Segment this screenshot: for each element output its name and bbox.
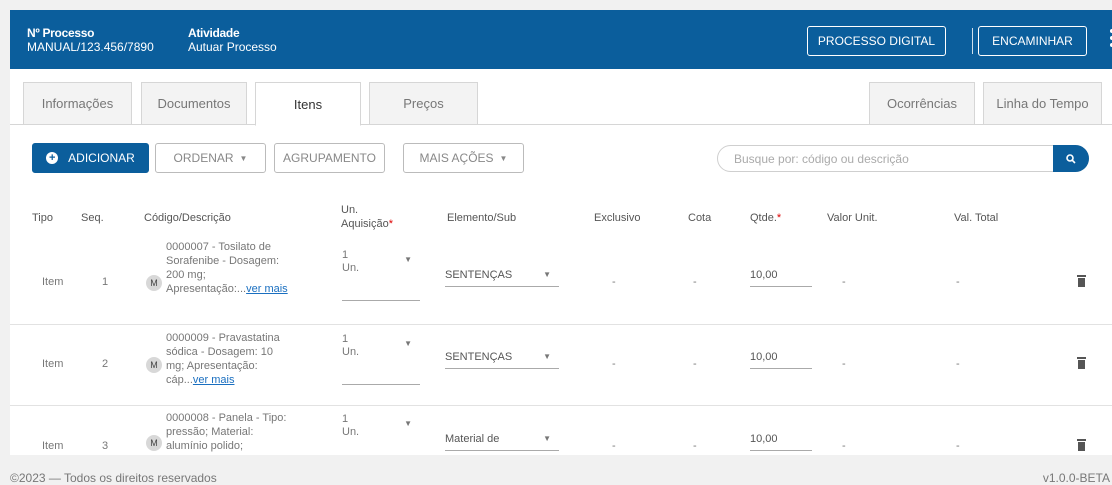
tab-itens[interactable]: Itens <box>255 82 361 126</box>
tab-informacoes[interactable]: Informações <box>23 82 132 125</box>
quantity-input[interactable]: 10,00 <box>750 267 812 287</box>
row-seq: 1 <box>102 276 109 288</box>
unit-select[interactable]: 1 Un. ▼ <box>342 333 420 385</box>
chevron-down-icon: ▼ <box>499 153 508 163</box>
more-actions-label: MAIS AÇÕES <box>419 151 494 165</box>
elemento-select[interactable]: SENTENÇAS ▼ <box>445 267 559 287</box>
chevron-down-icon: ▼ <box>239 153 248 163</box>
row-tipo: Item <box>42 440 64 452</box>
footer: ©2023 — Todos os direitos reservados v1.… <box>0 455 1112 485</box>
col-qtde: Qtde.* <box>750 212 782 224</box>
col-cota: Cota <box>688 212 712 224</box>
add-icon: + <box>46 152 59 164</box>
elemento-select[interactable]: SENTENÇAS ▼ <box>445 349 559 369</box>
search-button[interactable] <box>1053 145 1089 172</box>
trash-icon[interactable] <box>1077 275 1086 287</box>
tab-ocorrencias[interactable]: Ocorrências <box>869 82 975 125</box>
row-seq: 2 <box>102 358 109 370</box>
search-input[interactable] <box>732 151 1052 167</box>
add-button-label: ADICIONAR <box>68 151 135 165</box>
encaminhar-button[interactable]: ENCAMINHAR <box>978 26 1087 56</box>
chevron-down-icon: ▼ <box>543 270 551 279</box>
table-row: Item 3 M 0000008 - Panela - Tipo: pressã… <box>10 406 1112 455</box>
col-codigo: Código/Descrição <box>144 212 231 224</box>
item-type-badge: M <box>146 435 162 451</box>
group-button[interactable]: AGRUPAMENTO <box>274 143 385 173</box>
table-row: Item 2 M 0000009 - Pravastatina sódica -… <box>10 325 1112 406</box>
unit-select[interactable]: 1 Un. ▼ <box>342 413 420 455</box>
ver-mais-link[interactable]: ver mais <box>193 374 235 386</box>
header-divider <box>972 28 973 54</box>
activity-info: Atividade Autuar Processo <box>188 26 277 54</box>
kebab-menu-icon[interactable] <box>1107 28 1112 54</box>
row-val-total: - <box>956 276 960 288</box>
row-cota: - <box>693 276 697 288</box>
item-type-badge: M <box>146 275 162 291</box>
row-description: 0000008 - Panela - Tipo: pressão; Materi… <box>166 412 287 452</box>
item-type-badge: M <box>146 357 162 373</box>
col-tipo: Tipo <box>32 212 53 224</box>
chevron-down-icon: ▼ <box>404 255 412 264</box>
sort-button[interactable]: ORDENAR ▼ <box>155 143 266 173</box>
row-description: 0000007 - Tosilato de Sorafenibe - Dosag… <box>166 241 288 295</box>
quantity-input[interactable]: 10,00 <box>750 349 812 369</box>
processo-digital-button[interactable]: PROCESSO DIGITAL <box>807 26 946 56</box>
row-tipo: Item <box>42 358 64 370</box>
row-cota: - <box>693 358 697 370</box>
row-exclusivo: - <box>612 276 616 288</box>
chevron-down-icon: ▼ <box>543 352 551 361</box>
process-number: MANUAL/123.456/7890 <box>27 40 154 54</box>
col-elemento: Elemento/Sub <box>447 212 517 224</box>
trash-icon[interactable] <box>1077 439 1086 451</box>
add-button[interactable]: + ADICIONAR <box>32 143 149 173</box>
more-actions-button[interactable]: MAIS AÇÕES ▼ <box>403 143 524 173</box>
process-info: Nº Processo MANUAL/123.456/7890 <box>27 26 154 54</box>
chevron-down-icon: ▼ <box>404 339 412 348</box>
unit-select[interactable]: 1 Un. ▼ <box>342 249 420 301</box>
row-description: 0000009 - Pravastatina sódica - Dosagem:… <box>166 332 280 386</box>
tab-linha-do-tempo[interactable]: Linha do Tempo <box>983 82 1102 125</box>
row-exclusivo: - <box>612 440 616 452</box>
activity-value: Autuar Processo <box>188 40 277 54</box>
chevron-down-icon: ▼ <box>404 419 412 428</box>
table-row: Item 1 M 0000007 - Tosilato de Sorafenib… <box>10 235 1112 325</box>
chevron-down-icon: ▼ <box>543 434 551 443</box>
row-cota: - <box>693 440 697 452</box>
row-seq: 3 <box>102 440 109 452</box>
tab-documentos[interactable]: Documentos <box>141 82 247 125</box>
row-exclusivo: - <box>612 358 616 370</box>
trash-icon[interactable] <box>1077 357 1086 369</box>
tab-bar: Informações Documentos Itens Preços Ocor… <box>10 69 1112 126</box>
col-un-aquisicao: Un. Aquisição* <box>341 204 393 230</box>
ver-mais-link[interactable]: ver mais <box>246 283 288 295</box>
tab-precos[interactable]: Preços <box>369 82 478 125</box>
row-val-total: - <box>956 440 960 452</box>
activity-label: Atividade <box>188 26 240 40</box>
search-box <box>717 145 1089 172</box>
search-icon <box>1066 153 1076 164</box>
row-valor-unit: - <box>842 276 846 288</box>
col-exclusivo: Exclusivo <box>594 212 641 224</box>
row-valor-unit: - <box>842 440 846 452</box>
col-seq: Seq. <box>81 212 104 224</box>
row-tipo: Item <box>42 276 64 288</box>
row-val-total: - <box>956 358 960 370</box>
sort-button-label: ORDENAR <box>173 151 234 165</box>
quantity-input[interactable]: 10,00 <box>750 431 812 451</box>
row-valor-unit: - <box>842 358 846 370</box>
elemento-select[interactable]: Material de ▼ <box>445 431 559 451</box>
process-label: Nº Processo <box>27 26 95 40</box>
main-panel: Informações Documentos Itens Preços Ocor… <box>10 69 1112 455</box>
top-header: Nº Processo MANUAL/123.456/7890 Atividad… <box>10 10 1112 69</box>
col-valor-unit: Valor Unit. <box>827 212 878 224</box>
col-val-total: Val. Total <box>954 212 999 224</box>
